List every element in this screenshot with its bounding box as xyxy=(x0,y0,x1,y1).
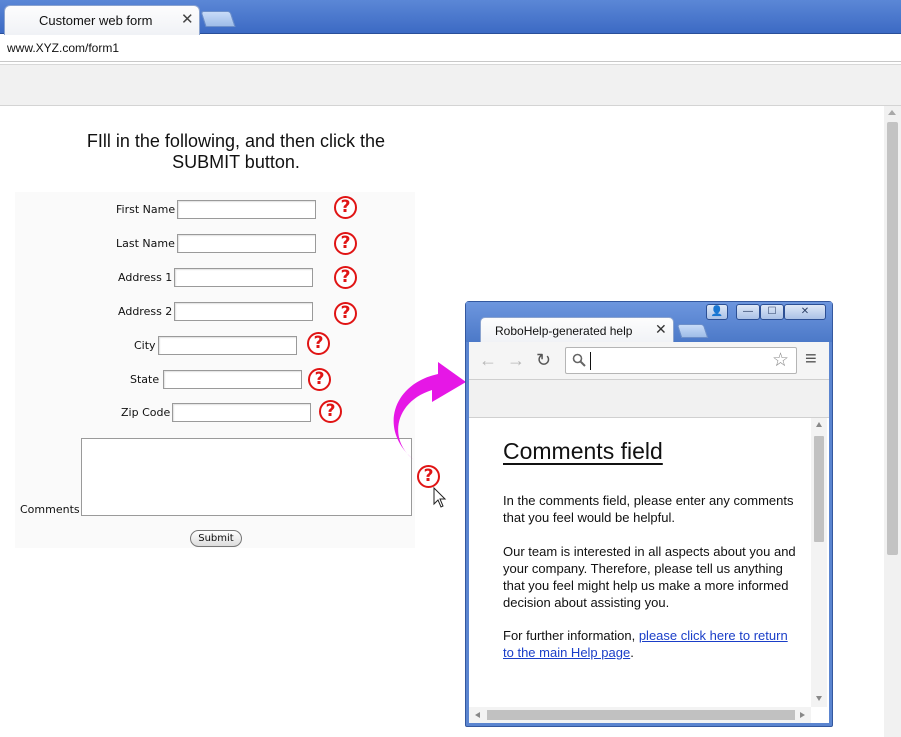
mouse-pointer-icon xyxy=(433,487,447,508)
url-text: www.XYZ.com/form1 xyxy=(7,41,120,55)
help-browser-toolbar: ← → ↻ ☆ ≡ xyxy=(469,342,829,380)
close-icon[interactable]: ✕ xyxy=(655,321,667,338)
help-content: Comments field In the comments field, pl… xyxy=(469,418,829,723)
address2-label: Address 2 xyxy=(118,305,173,318)
scroll-down-icon[interactable] xyxy=(816,696,822,701)
user-icon[interactable]: 👤 xyxy=(706,304,728,320)
search-icon xyxy=(572,353,586,367)
scrollbar-thumb[interactable] xyxy=(814,436,824,542)
text-cursor xyxy=(590,352,591,370)
state-input[interactable] xyxy=(163,370,302,389)
scrollbar-thumb[interactable] xyxy=(887,122,898,555)
browser-tab-strip: Customer web form ✕ xyxy=(0,0,901,35)
scroll-left-icon[interactable] xyxy=(475,712,480,718)
back-arrow-icon[interactable]: ← xyxy=(479,350,497,371)
reload-icon[interactable]: ↻ xyxy=(536,350,551,371)
scroll-up-icon[interactable] xyxy=(816,422,822,427)
omnibox[interactable]: ☆ xyxy=(565,347,797,374)
page-scrollbar[interactable] xyxy=(884,106,901,737)
maximize-icon[interactable]: ☐ xyxy=(760,304,784,320)
submit-button[interactable]: Submit xyxy=(190,530,242,547)
help-question-icon[interactable]: ? xyxy=(334,232,357,255)
city-input[interactable] xyxy=(158,336,297,355)
new-tab-button[interactable] xyxy=(676,324,709,338)
form-instructions: FIll in the following, and then click th… xyxy=(86,131,386,172)
help-heading: Comments field xyxy=(503,438,663,464)
city-label: City xyxy=(134,339,156,352)
help-question-icon[interactable]: ? xyxy=(334,266,357,289)
bookmarks-bar xyxy=(0,64,901,106)
tab-robohelp[interactable]: RoboHelp-generated help ✕ xyxy=(480,317,674,343)
help-paragraph-2: Our team is interested in all aspects ab… xyxy=(503,544,796,610)
tab-customer-web-form[interactable]: Customer web form ✕ xyxy=(4,5,200,35)
help-question-icon[interactable]: ? xyxy=(319,400,342,423)
help-paragraph-1: In the comments field, please enter any … xyxy=(503,493,794,525)
last-name-input[interactable] xyxy=(177,234,316,253)
help-paragraph-3-suffix: . xyxy=(630,645,634,660)
first-name-input[interactable] xyxy=(177,200,316,219)
address1-input[interactable] xyxy=(174,268,313,287)
help-window: 👤 — ☐ ✕ RoboHelp-generated help ✕ ← → ↻ … xyxy=(465,301,833,727)
forward-arrow-icon[interactable]: → xyxy=(507,350,525,371)
address2-input[interactable] xyxy=(174,302,313,321)
first-name-label: First Name xyxy=(116,203,176,216)
help-question-icon[interactable]: ? xyxy=(307,332,330,355)
tab-title: RoboHelp-generated help xyxy=(495,324,633,338)
help-question-icon[interactable]: ? xyxy=(334,302,357,325)
star-icon[interactable]: ☆ xyxy=(772,349,789,372)
scroll-right-icon[interactable] xyxy=(800,712,805,718)
comments-label: Comments xyxy=(20,503,80,516)
help-vertical-scrollbar[interactable] xyxy=(811,418,827,707)
tab-title: Customer web form xyxy=(39,13,153,28)
help-paragraph-3: For further information, please click he… xyxy=(503,627,799,661)
zip-code-label: Zip Code xyxy=(121,406,171,419)
help-paragraph-3-prefix: For further information, xyxy=(503,628,639,643)
help-horizontal-scrollbar[interactable] xyxy=(469,707,811,723)
address1-label: Address 1 xyxy=(118,271,173,284)
minimize-icon[interactable]: — xyxy=(736,304,760,320)
help-bookmarks-bar xyxy=(469,380,829,418)
state-label: State xyxy=(130,373,160,386)
address-bar[interactable]: www.XYZ.com/form1 xyxy=(0,35,901,62)
help-question-icon[interactable]: ? xyxy=(308,368,331,391)
help-window-titlebar[interactable]: 👤 — ☐ ✕ RoboHelp-generated help ✕ xyxy=(466,302,832,343)
zip-code-input[interactable] xyxy=(172,403,311,422)
last-name-label: Last Name xyxy=(116,237,175,250)
scrollbar-thumb[interactable] xyxy=(487,710,795,720)
scroll-up-icon[interactable] xyxy=(888,110,896,115)
comments-textarea[interactable] xyxy=(81,438,412,516)
new-tab-button[interactable] xyxy=(200,11,236,27)
help-question-icon[interactable]: ? xyxy=(334,196,357,219)
close-icon[interactable]: ✕ xyxy=(784,304,826,320)
close-icon[interactable]: ✕ xyxy=(181,10,194,28)
menu-icon[interactable]: ≡ xyxy=(805,348,817,371)
